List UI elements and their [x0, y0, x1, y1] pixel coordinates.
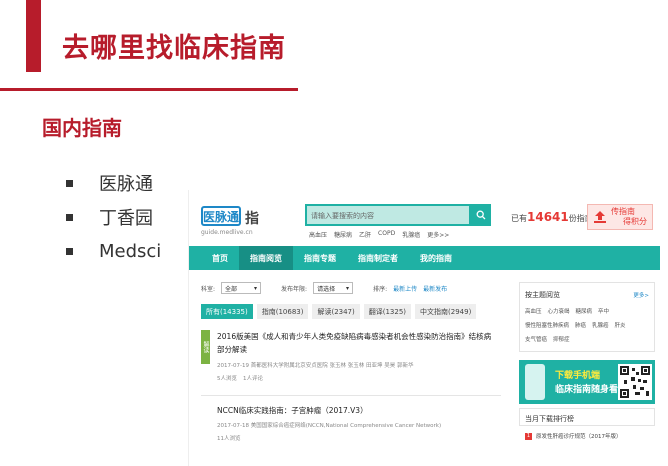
- more-hot-links[interactable]: 更多>>: [427, 230, 449, 239]
- theme-browse-box: 按主题阅览 更多> 高血压 心力衰竭 糖尿病 卒中 慢性阻塞性肺疾病 肺癌 乳腺…: [519, 282, 655, 352]
- bullet-item: 医脉通: [66, 166, 161, 200]
- sort-newest-upload[interactable]: 最新上传: [393, 284, 417, 293]
- bullet-square-icon: [66, 247, 73, 255]
- list-item[interactable]: NCCN临床实践指南：子宫肿瘤（2017.V3） 2017-07-18 美国国家…: [201, 404, 501, 454]
- rank-badge: 1: [525, 432, 532, 440]
- slide-subtitle: 国内指南: [42, 116, 122, 140]
- theme-link[interactable]: 卒中: [598, 307, 609, 315]
- app-banner-line1: 下载手机端: [555, 371, 601, 381]
- theme-link[interactable]: 肝炎: [615, 321, 626, 329]
- more-link[interactable]: 更多>: [633, 291, 649, 299]
- nav-home[interactable]: 首页: [201, 246, 239, 270]
- app-download-banner[interactable]: 下载手机端 临床指南随身看: [519, 360, 655, 404]
- theme-link[interactable]: 慢性阻塞性肺疾病: [525, 321, 569, 329]
- theme-link[interactable]: 糖尿病: [576, 307, 593, 315]
- entry-meta: 2017-07-18 美国国家综合癌症网络(NCCN,National Comp…: [217, 423, 442, 429]
- hot-search-links: 高血压 糖尿病 乙肝 COPD 乳腺癌 更多>>: [309, 230, 449, 239]
- nav-guide-makers[interactable]: 指南制定者: [347, 246, 409, 270]
- theme-link[interactable]: 心力衰竭: [548, 307, 570, 315]
- bullet-square-icon: [66, 213, 73, 221]
- theme-link[interactable]: 抑郁症: [553, 335, 570, 343]
- entry-title[interactable]: NCCN临床实践指南：子宫肿瘤（2017.V3）: [217, 404, 497, 417]
- tab-interpretations[interactable]: 解读(2347): [312, 304, 360, 319]
- year-select[interactable]: 请选择 ▾: [313, 282, 354, 294]
- theme-link[interactable]: 肺癌: [575, 321, 586, 329]
- ranking-title[interactable]: 原发性肝癌诊疗规范（2017年版）: [536, 432, 622, 440]
- entry-tag: 解读: [201, 330, 210, 364]
- chevron-down-icon: ▾: [254, 284, 258, 292]
- entry-meta: 2017-07-19 首都医科大学附属北京安贞医院 张玉林 张玉林 田亚坤 吴昊…: [217, 363, 414, 369]
- logo-url: guide.medlive.cn: [201, 229, 253, 236]
- bullet-text: 医脉通: [99, 174, 153, 195]
- nav-guide-browse[interactable]: 指南阅览: [239, 246, 293, 270]
- hot-link[interactable]: COPD: [378, 230, 395, 239]
- search-button[interactable]: [471, 204, 491, 226]
- title-accent-bar: [26, 0, 41, 72]
- category-tabs: 所有(14335) 指南(10683) 解读(2347) 翻译(1325) 中文…: [201, 304, 477, 319]
- entry-reads: 5人浏览: [217, 376, 237, 382]
- bullet-square-icon: [66, 179, 73, 187]
- upload-guide-button[interactable]: 传指南 得积分: [587, 204, 653, 230]
- entry-comments: 1人评论: [243, 376, 263, 382]
- sort-latest-publish[interactable]: 最新发布: [423, 284, 447, 293]
- hot-link[interactable]: 乙肝: [359, 230, 371, 239]
- title-divider: [0, 88, 298, 91]
- filter-bar: 科室: 全部 ▾ 发布年限: 请选择 ▾ 排序: 最新上传 最新发布: [201, 282, 447, 294]
- year-value: 请选择: [317, 285, 336, 293]
- theme-browse-heading: 按主题阅览: [525, 291, 560, 299]
- subject-value: 全部: [225, 285, 238, 293]
- tab-chinese-guides[interactable]: 中文指南(2949): [415, 304, 477, 319]
- website-screenshot: 医脉通 指 guide.medlive.cn 请输入要搜索的内容 高血压 糖尿病…: [188, 190, 660, 466]
- theme-link[interactable]: 高血压: [525, 307, 542, 315]
- app-banner-line2: 临床指南随身看: [555, 385, 619, 395]
- guide-count: 已有14641份指南: [511, 210, 593, 224]
- logo-zhi-text: 指: [245, 211, 259, 227]
- bullet-item: Medsci: [66, 234, 161, 268]
- qr-code-icon: [618, 364, 652, 400]
- tab-guides[interactable]: 指南(10683): [256, 304, 309, 319]
- tab-all[interactable]: 所有(14335): [201, 304, 253, 319]
- count-prefix: 已有: [511, 214, 527, 223]
- count-number: 14641: [527, 210, 569, 224]
- bullet-text: Medsci: [99, 240, 162, 262]
- download-ranking-heading: 当月下载排行榜: [519, 408, 655, 426]
- site-logo[interactable]: 医脉通: [201, 206, 241, 226]
- sort-label: 排序:: [373, 285, 388, 293]
- hot-link[interactable]: 乳腺癌: [402, 230, 420, 239]
- chevron-down-icon: ▾: [346, 284, 350, 292]
- slide-title: 去哪里找临床指南: [62, 33, 286, 64]
- nav-my-guides[interactable]: 我的指南: [409, 246, 463, 270]
- ranking-item[interactable]: 1 原发性肝癌诊疗规范（2017年版）: [525, 432, 622, 440]
- theme-link[interactable]: 支气管癌: [525, 335, 547, 343]
- list-item[interactable]: 解读 2016版美国《成人和青少年人类免疫缺陷病毒感染者机会性感染防治指南》结核…: [201, 330, 501, 386]
- bullet-list: 医脉通 丁香园 Medsci: [66, 166, 161, 268]
- upload-line2: 得积分: [623, 217, 647, 226]
- subject-select[interactable]: 全部 ▾: [221, 282, 262, 294]
- site-nav: 首页 指南阅览 指南专题 指南制定者 我的指南: [189, 246, 660, 270]
- nav-guide-topics[interactable]: 指南专题: [293, 246, 347, 270]
- hot-link[interactable]: 糖尿病: [334, 230, 352, 239]
- tab-translations[interactable]: 翻译(1325): [363, 304, 412, 319]
- upload-icon: [594, 211, 606, 223]
- hot-link[interactable]: 高血压: [309, 230, 327, 239]
- site-header: 医脉通 指 guide.medlive.cn 请输入要搜索的内容 高血压 糖尿病…: [189, 190, 660, 246]
- entry-title[interactable]: 2016版美国《成人和青少年人类免疫缺陷病毒感染者机会性感染防治指南》结核病部分…: [217, 330, 497, 356]
- search-input[interactable]: 请输入要搜索的内容: [305, 204, 471, 226]
- subject-label: 科室:: [201, 285, 216, 293]
- bullet-text: 丁香园: [99, 208, 153, 229]
- phone-icon: [525, 364, 545, 400]
- year-label: 发布年限:: [281, 285, 308, 293]
- divider: [201, 395, 501, 396]
- search-icon: [476, 210, 486, 220]
- upload-line1: 传指南: [611, 207, 635, 216]
- theme-link[interactable]: 乳腺癌: [592, 321, 609, 329]
- entry-reads: 11人浏览: [217, 436, 241, 442]
- bullet-item: 丁香园: [66, 200, 161, 234]
